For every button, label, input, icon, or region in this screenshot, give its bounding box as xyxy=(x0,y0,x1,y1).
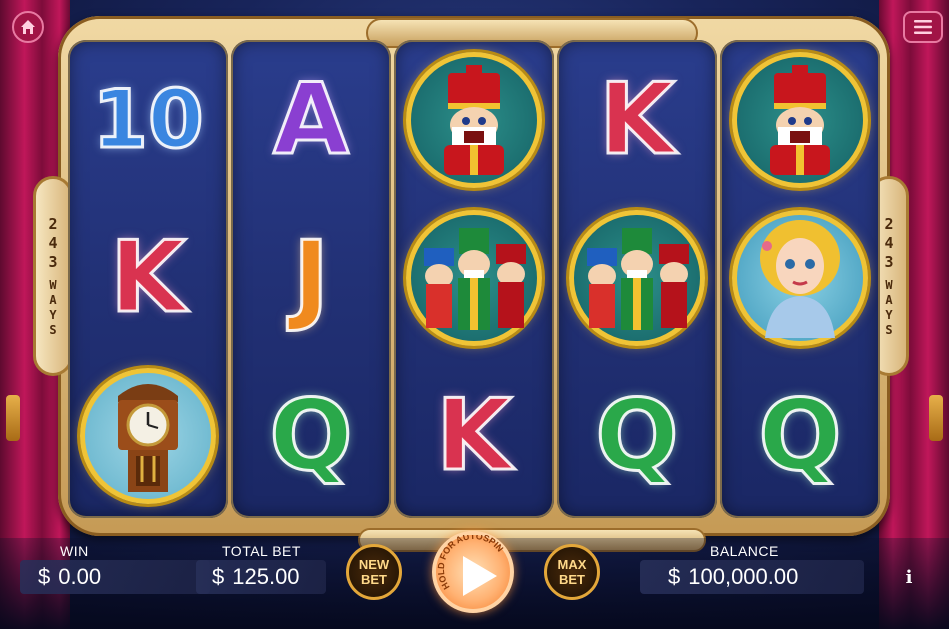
tassel-left xyxy=(6,395,20,441)
info-button[interactable]: i xyxy=(899,565,919,589)
win-label: WIN xyxy=(60,543,89,559)
new-bet-label-line1: NEW xyxy=(358,557,390,572)
new-bet-label-line2: BET xyxy=(361,572,387,587)
nutcracker-icon xyxy=(732,52,868,188)
max-bet-button[interactable]: MAX BET xyxy=(544,544,600,600)
reel-2-row-3-cell: Q xyxy=(231,358,391,514)
candy-cane-q-icon: Q xyxy=(757,379,843,493)
reel-3-row-3-cell: K xyxy=(394,358,554,514)
balance-label: BALANCE xyxy=(710,543,779,559)
reel-5: Q xyxy=(720,40,880,518)
candy-cane-k-icon: K xyxy=(435,379,514,493)
hamburger-icon xyxy=(914,20,932,34)
balance-display: $ 100,000.00 xyxy=(640,560,864,594)
reel-4-row-1-cell: K xyxy=(557,42,717,198)
reel-3-row-2-cell xyxy=(394,200,554,356)
spin-button[interactable]: HOLD FOR AUTOSPIN xyxy=(432,531,514,613)
tassel-right xyxy=(929,395,943,441)
reel-grid: 10 K AJQ K K Q Q xyxy=(68,40,880,518)
total-bet-label: TOTAL BET xyxy=(222,543,301,559)
win-display: $ 0.00 xyxy=(20,560,210,594)
reel-5-row-2-cell xyxy=(720,200,880,356)
girl-portrait-icon xyxy=(732,210,868,346)
candy-cane-a-icon: A xyxy=(272,63,351,177)
candy-cane-j-icon: J xyxy=(291,221,331,335)
reel-2-row-2-cell: J xyxy=(231,200,391,356)
home-button[interactable] xyxy=(12,11,44,43)
total-bet-value: 125.00 xyxy=(232,564,300,589)
nutcracker-icon xyxy=(406,52,542,188)
home-icon xyxy=(21,20,35,34)
ways-badge-left: 243 WAYS xyxy=(33,176,73,376)
reel-5-row-1-cell xyxy=(720,42,880,198)
candy-cane-k-icon: K xyxy=(598,63,677,177)
reel-1-row-1-cell: 10 xyxy=(68,42,228,198)
play-icon xyxy=(463,556,497,596)
total-bet-display: $ 125.00 xyxy=(196,560,326,594)
reel-3-row-1-cell xyxy=(394,42,554,198)
menu-button[interactable] xyxy=(903,11,943,43)
reel-3: K xyxy=(394,40,554,518)
ways-count: 243 xyxy=(44,214,62,272)
reel-2: AJQ xyxy=(231,40,391,518)
nutcracker-soldiers-icon xyxy=(406,210,542,346)
max-bet-label-line1: MAX xyxy=(557,557,587,572)
nutcracker-soldiers-icon xyxy=(569,210,705,346)
reel-4-row-2-cell xyxy=(557,200,717,356)
candy-cane-10-icon: 10 xyxy=(91,73,205,166)
reel-1: 10 K xyxy=(68,40,228,518)
candy-cane-k-icon: K xyxy=(109,221,188,335)
total-bet-currency: $ xyxy=(212,564,225,589)
candy-cane-q-icon: Q xyxy=(594,379,680,493)
reel-2-row-1-cell: A xyxy=(231,42,391,198)
slot-game-stage: 243 WAYS 243 WAYS 10 K AJQ K K Q Q WIN $… xyxy=(0,0,949,629)
ways-count: 243 xyxy=(880,214,898,272)
grandfather-clock-icon xyxy=(80,368,216,504)
max-bet-label-line2: BET xyxy=(559,572,585,587)
win-value: 0.00 xyxy=(58,564,102,589)
balance-value: 100,000.00 xyxy=(688,564,799,589)
ways-label: WAYS xyxy=(46,277,60,338)
reel-1-row-2-cell: K xyxy=(68,200,228,356)
reel-4-row-3-cell: Q xyxy=(557,358,717,514)
candy-cane-q-icon: Q xyxy=(268,379,354,493)
reel-4: K Q xyxy=(557,40,717,518)
ways-label: WAYS xyxy=(882,277,896,338)
win-currency: $ xyxy=(38,564,51,589)
reel-5-row-3-cell: Q xyxy=(720,358,880,514)
new-bet-button[interactable]: NEW BET xyxy=(346,544,402,600)
balance-currency: $ xyxy=(668,564,681,589)
reel-1-row-3-cell xyxy=(68,358,228,514)
